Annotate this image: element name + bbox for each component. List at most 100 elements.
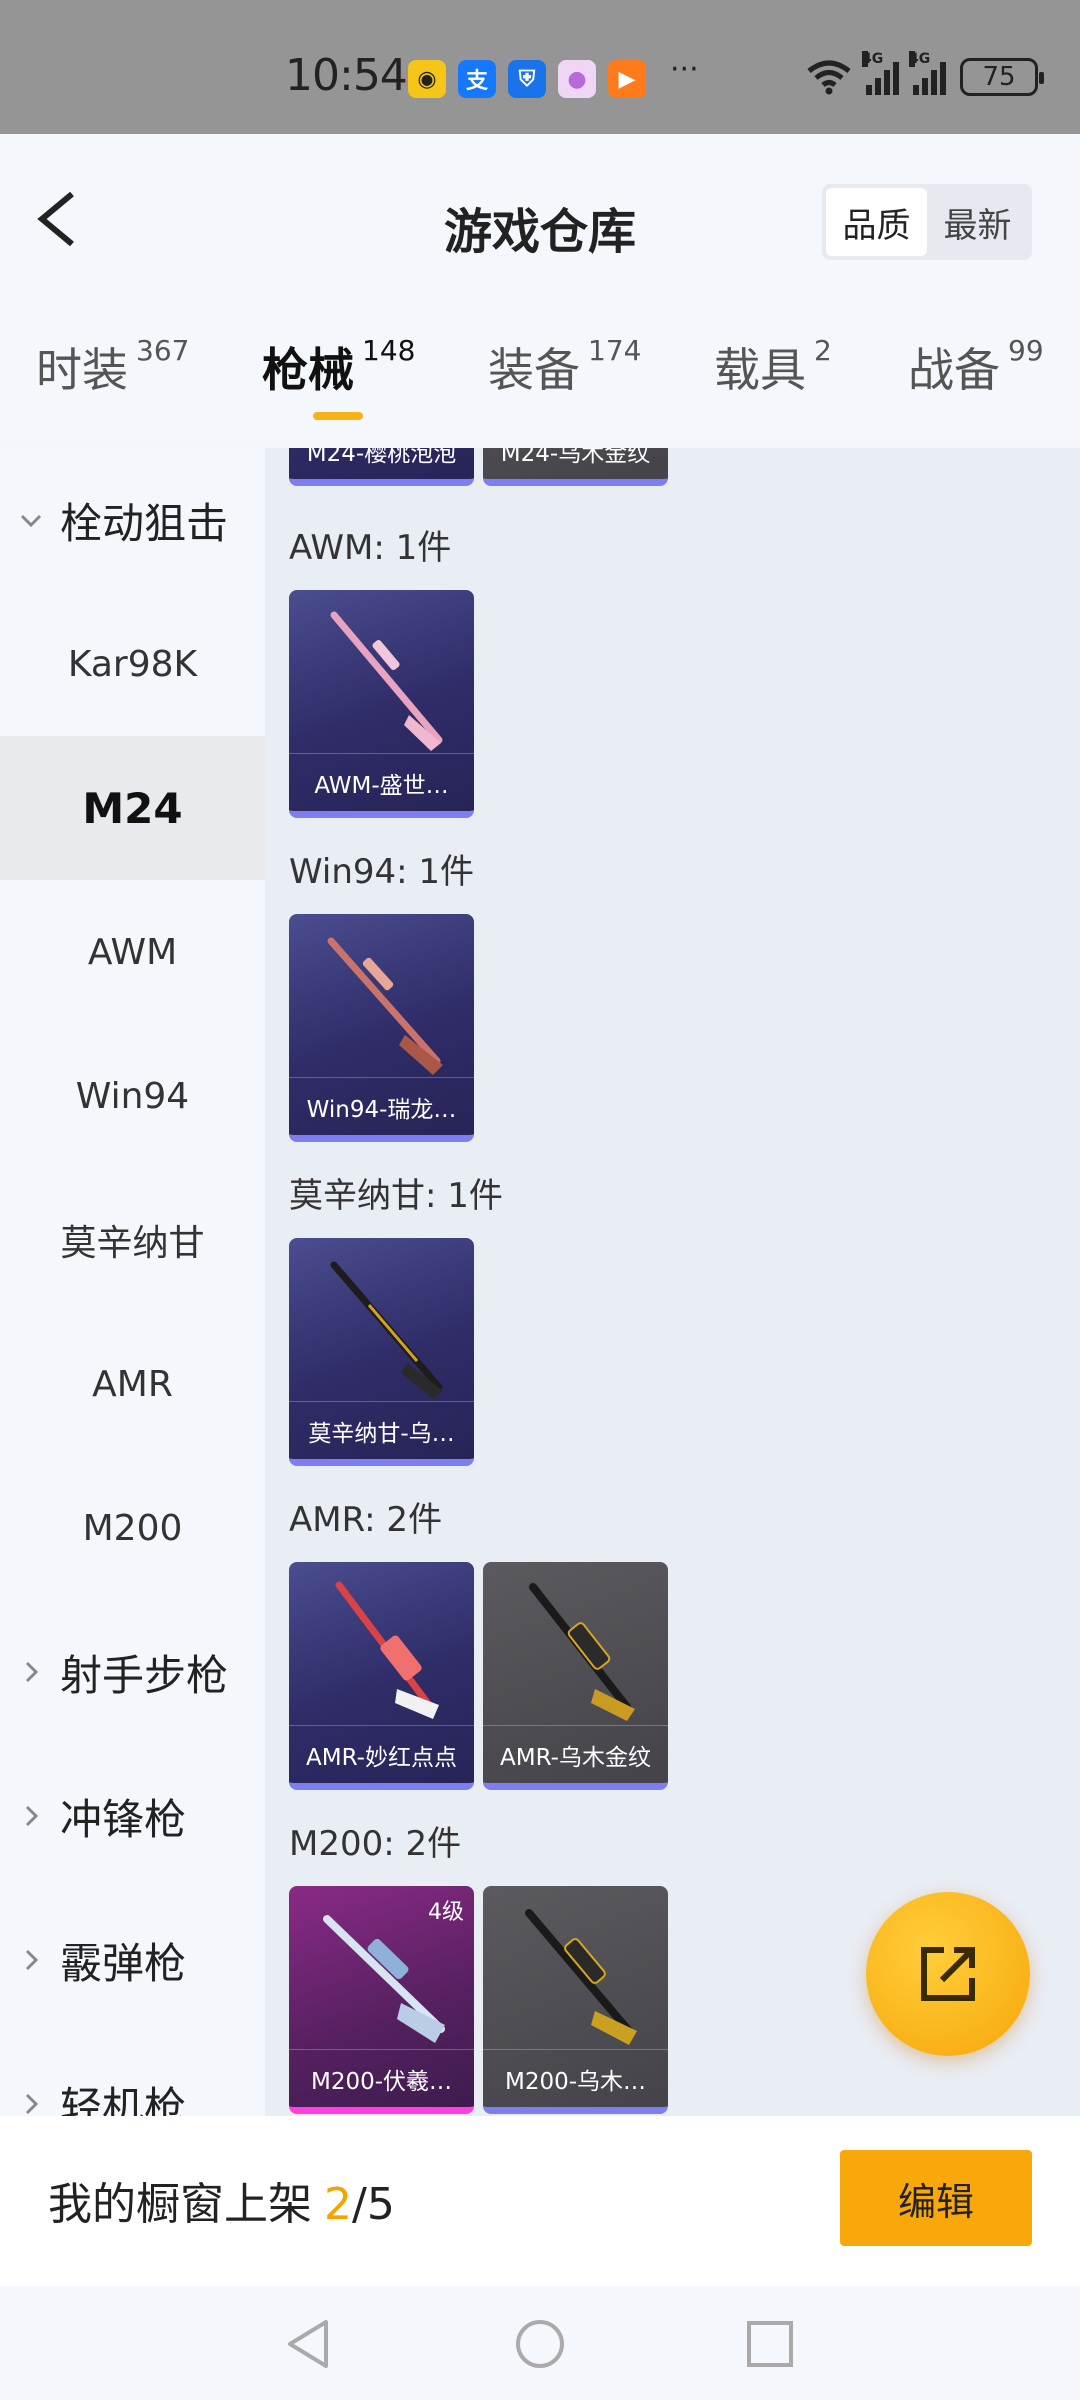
share-button[interactable] <box>866 1892 1030 2056</box>
weapon-card-name: M200-乌木… <box>483 2049 668 2107</box>
showcase-total-count: /5 <box>352 2179 395 2230</box>
sidebar-category-marksman[interactable]: 射手步枪 <box>0 1600 265 1744</box>
rifle-icon <box>525 1909 637 2045</box>
showcase-current-count: 2 <box>324 2179 352 2230</box>
sidebar-category-label: 轻机枪 <box>60 2082 187 2117</box>
weapon-grid: M24-樱桃泡泡 M24-乌木金纹 AWM: 1件 AWM-盛世… Win94:… <box>265 448 1080 2116</box>
rifle-icon <box>335 1581 439 1719</box>
tab-fashion[interactable]: 时装 367 <box>36 334 189 400</box>
chevron-right-icon <box>25 1805 39 1827</box>
weapon-card[interactable]: M24-樱桃泡泡 <box>289 448 474 486</box>
status-bar: 10:54 ◉ 支 ⛨ ● ▶ ··· 4G 4G 75 <box>0 0 1080 134</box>
rifle-icon <box>529 1583 635 1721</box>
tab-supplies[interactable]: 战备 99 <box>908 334 1044 400</box>
system-nav-bar <box>0 2286 1080 2400</box>
sidebar-item-win94[interactable]: Win94 <box>0 1024 265 1168</box>
sort-toggle: 品质 最新 <box>822 184 1032 260</box>
signal-label: 4G <box>862 51 884 67</box>
edit-button[interactable]: 编辑 <box>840 2150 1032 2246</box>
category-tabs: 时装 367 枪械 148 装备 174 载具 2 战备 99 <box>0 334 1080 424</box>
sort-newest-button[interactable]: 最新 <box>927 188 1028 256</box>
nav-home-icon[interactable] <box>512 2316 568 2372</box>
tab-equipment[interactable]: 装备 174 <box>488 334 641 400</box>
weapon-card[interactable]: AMR-妙红点点 <box>289 1562 474 1790</box>
tab-count: 99 <box>1008 334 1044 367</box>
shield-app-icon: ⛨ <box>508 60 546 98</box>
notification-icons: ◉ 支 ⛨ ● ▶ <box>408 60 646 98</box>
weapon-card-name: M200-伏羲… <box>289 2049 474 2107</box>
sidebar-category-lmg[interactable]: 轻机枪 <box>0 2032 265 2116</box>
sidebar-category-label: 栓动狙击 <box>60 498 229 548</box>
more-notifications-icon: ··· <box>670 52 699 87</box>
tab-label: 载具 <box>714 343 806 397</box>
weapon-card[interactable]: 莫辛纳甘-乌… <box>289 1238 474 1466</box>
tab-count: 367 <box>136 334 190 367</box>
sort-quality-button[interactable]: 品质 <box>826 188 927 256</box>
weapon-card-name: M24-乌木金纹 <box>483 448 668 479</box>
alipay-icon: 支 <box>458 60 496 98</box>
weapon-sidebar: 栓动狙击 Kar98K M24 AWM Win94 莫辛纳甘 AMR M200 … <box>0 448 265 2116</box>
share-external-icon <box>921 1947 975 2001</box>
tab-count: 148 <box>362 334 416 367</box>
battery-icon: 75 <box>960 58 1044 96</box>
wifi-icon <box>807 60 851 95</box>
sidebar-category-shotgun[interactable]: 霰弹枪 <box>0 1888 265 2032</box>
colorful-app-icon: ● <box>558 60 596 98</box>
rifle-icon <box>330 611 443 751</box>
weapon-card-name: 莫辛纳甘-乌… <box>289 1401 474 1459</box>
group-title-awm: AWM: 1件 <box>289 528 452 568</box>
group-title-mosin: 莫辛纳甘: 1件 <box>289 1176 503 1216</box>
rifle-icon <box>327 937 443 1075</box>
weapon-card-name: AMR-乌木金纹 <box>483 1725 668 1783</box>
signal-icon: 4G <box>862 51 899 95</box>
sidebar-category-label: 冲锋枪 <box>60 1794 187 1844</box>
weapon-card[interactable]: AWM-盛世… <box>289 590 474 818</box>
tab-label: 战备 <box>908 343 1000 397</box>
weapon-card-name: M24-樱桃泡泡 <box>289 448 474 479</box>
chevron-down-icon <box>20 514 42 528</box>
rifle-icon <box>323 1915 445 2043</box>
sidebar-category-label: 霰弹枪 <box>60 1938 187 1988</box>
group-title-m200: M200: 2件 <box>289 1824 462 1864</box>
weapon-card-name: AMR-妙红点点 <box>289 1725 474 1783</box>
sidebar-item-mosin[interactable]: 莫辛纳甘 <box>0 1168 265 1312</box>
showcase-bar: 我的橱窗上架 2 /5 编辑 <box>0 2116 1080 2286</box>
sidebar-item-m24[interactable]: M24 <box>0 736 265 880</box>
chevron-right-icon <box>25 2093 39 2115</box>
sidebar-item-kar98k[interactable]: Kar98K <box>0 592 265 736</box>
sidebar-item-m200[interactable]: M200 <box>0 1456 265 1600</box>
video-app-icon: ▶ <box>608 60 646 98</box>
group-title-win94: Win94: 1件 <box>289 852 475 892</box>
game-app-icon: ◉ <box>408 60 446 98</box>
chevron-right-icon <box>25 1949 39 1971</box>
showcase-status: 我的橱窗上架 2 /5 <box>48 2168 395 2232</box>
tab-label: 枪械 <box>262 343 354 397</box>
sidebar-item-amr[interactable]: AMR <box>0 1312 265 1456</box>
sidebar-category-bolt-action[interactable]: 栓动狙击 <box>0 448 265 592</box>
signal-label: 4G <box>909 51 931 67</box>
weapon-card[interactable]: M200-乌木… <box>483 1886 668 2114</box>
weapon-card-name: Win94-瑞龙… <box>289 1077 474 1135</box>
weapon-card[interactable]: Win94-瑞龙… <box>289 914 474 1142</box>
sidebar-category-smg[interactable]: 冲锋枪 <box>0 1744 265 1888</box>
tab-count: 174 <box>588 334 642 367</box>
status-time: 10:54 <box>285 50 408 101</box>
signal-icon: 4G <box>909 51 946 95</box>
active-tab-indicator <box>313 412 363 420</box>
group-title-amr: AMR: 2件 <box>289 1500 443 1540</box>
weapon-card[interactable]: 4级 M200-伏羲… <box>289 1886 474 2114</box>
tab-weapons[interactable]: 枪械 148 <box>262 334 415 400</box>
tab-count: 2 <box>814 334 832 367</box>
weapon-card[interactable]: M24-乌木金纹 <box>483 448 668 486</box>
nav-recents-icon[interactable] <box>742 2316 798 2372</box>
app-header: 游戏仓库 品质 最新 时装 367 枪械 148 装备 174 载具 2 战备 … <box>0 134 1080 434</box>
tab-vehicles[interactable]: 载具 2 <box>714 334 832 400</box>
nav-back-icon[interactable] <box>282 2316 338 2372</box>
tab-label: 装备 <box>488 343 580 397</box>
sidebar-category-label: 射手步枪 <box>60 1650 229 1700</box>
weapon-card-name: AWM-盛世… <box>289 753 474 811</box>
sidebar-item-awm[interactable]: AWM <box>0 880 265 1024</box>
tab-label: 时装 <box>36 343 128 397</box>
rifle-icon <box>330 1261 443 1399</box>
weapon-card[interactable]: AMR-乌木金纹 <box>483 1562 668 1790</box>
